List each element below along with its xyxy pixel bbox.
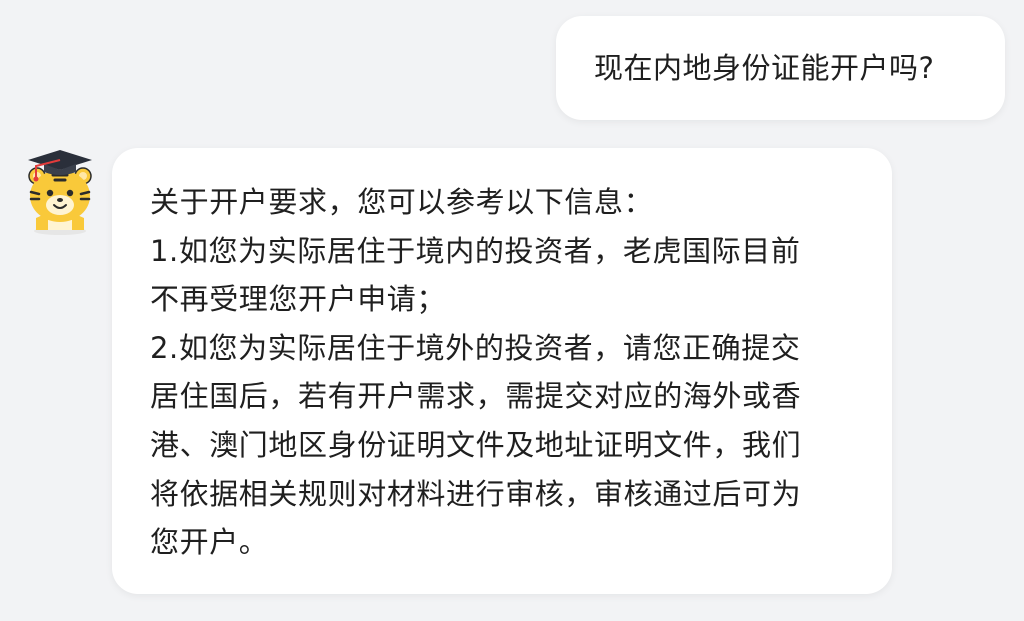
tiger-graduate-icon (22, 148, 98, 238)
assistant-message-line: 居住国后，若有开户需求，需提交对应的海外或香 (150, 379, 802, 414)
assistant-message-line: 关于开户要求，您可以参考以下信息： (150, 185, 654, 219)
assistant-message-line: 将依据相关规则对材料进行审核，审核通过后可为 (150, 476, 802, 511)
assistant-message-bubble[interactable]: 关于开户要求，您可以参考以下信息： 1.如您为实际居住于境内的投资者，老虎国际目… (112, 148, 892, 594)
chat-conversation: 现在内地身份证能开户吗? 关于开户要求，您可以参考以下信息： 1.如您为实际居住… (0, 0, 1024, 621)
assistant-message-line: 2.如您为实际居住于境外的投资者，请您正确提交 (150, 330, 801, 365)
assistant-message-line: 您开户。 (150, 525, 269, 560)
assistant-message-line: 1.如您为实际居住于境内的投资者，老虎国际目前 (150, 233, 801, 268)
user-message-text: 现在内地身份证能开户吗? (594, 51, 935, 85)
user-message-bubble[interactable]: 现在内地身份证能开户吗? (556, 16, 1005, 120)
assistant-message-line: 不再受理您开户申请； (150, 282, 447, 317)
assistant-message-line: 港、澳门地区身份证明文件及地址证明文件，我们 (150, 427, 802, 462)
